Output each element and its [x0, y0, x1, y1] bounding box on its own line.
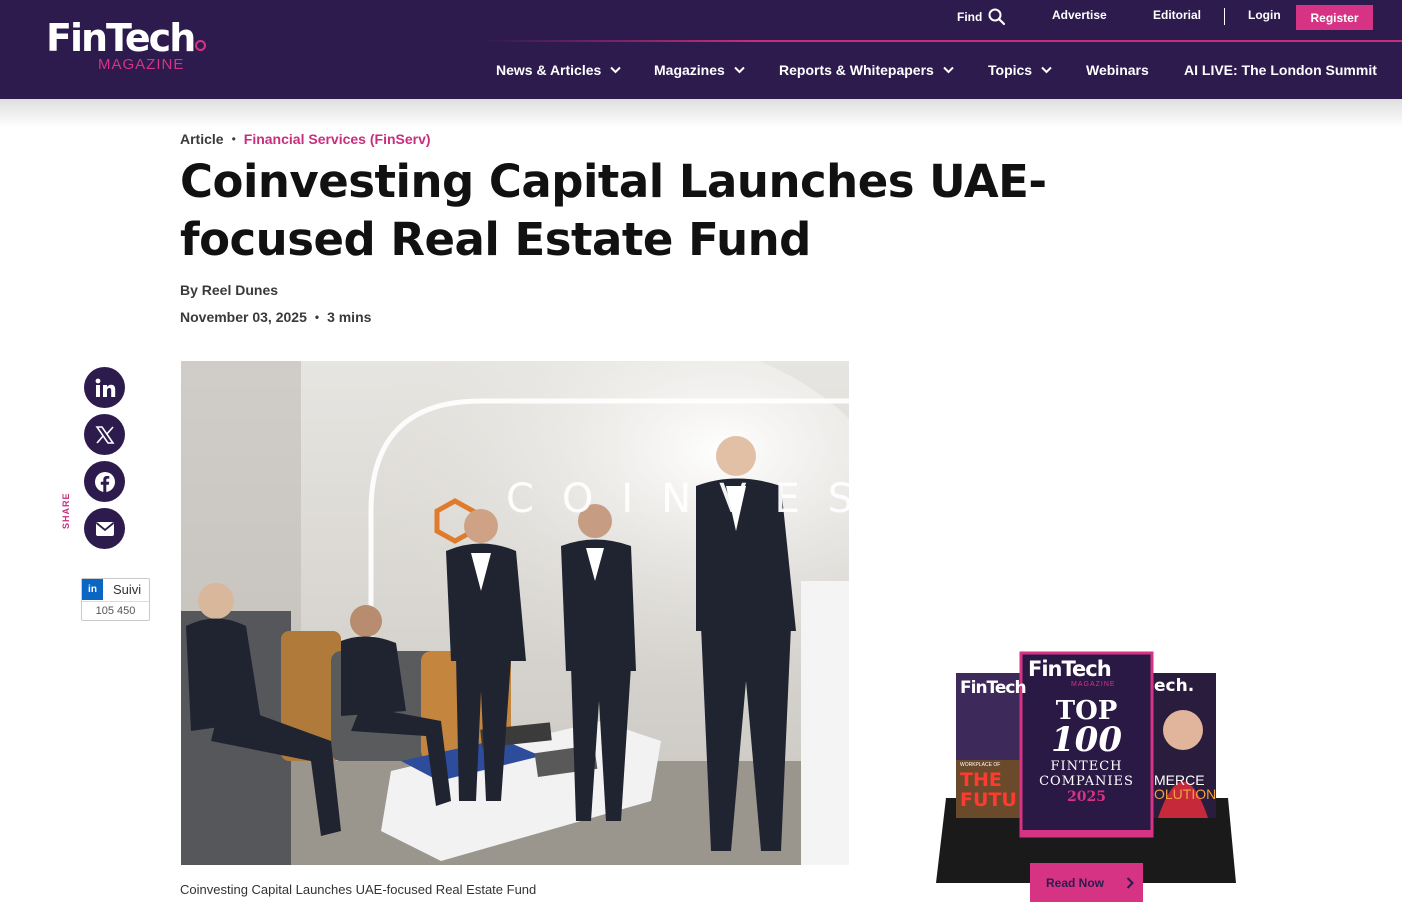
- nav-reports-whitepapers[interactable]: Reports & Whitepapers: [779, 62, 954, 78]
- find-label: Find: [957, 9, 983, 24]
- login-link[interactable]: Login: [1248, 8, 1281, 22]
- image-caption: Coinvesting Capital Launches UAE-focused…: [180, 882, 537, 897]
- find-button[interactable]: Find: [957, 8, 1006, 25]
- nav-news-articles[interactable]: News & Articles: [496, 62, 622, 78]
- meta-separator: •: [314, 310, 320, 324]
- hero-photo: [181, 361, 849, 865]
- editorial-link[interactable]: Editorial: [1153, 8, 1201, 22]
- nav-label: AI LIVE: The London Summit: [1184, 62, 1377, 78]
- share-label: SHARE: [61, 492, 71, 529]
- center-cover-logo: FinTech: [1028, 657, 1112, 681]
- author-byline: By Reel Dunes: [180, 282, 279, 298]
- article-hero-image: COINVESTS: [181, 361, 849, 865]
- article-type: Article: [180, 131, 224, 147]
- register-button[interactable]: Register: [1296, 5, 1373, 30]
- breadcrumb-separator: •: [231, 132, 236, 146]
- cover-year: 2025: [1067, 789, 1106, 805]
- category-link[interactable]: Financial Services (FinServ): [244, 131, 431, 147]
- right-cover-headline-2: OLUTION: [1154, 786, 1217, 802]
- cover-companies: COMPANIES: [1039, 774, 1134, 789]
- follower-count: 105 450: [82, 601, 149, 620]
- read-time: 3 mins: [327, 309, 372, 325]
- advertise-link[interactable]: Advertise: [1052, 8, 1107, 22]
- read-now-label: Read Now: [1046, 875, 1105, 890]
- nav-label: Topics: [988, 62, 1033, 78]
- nav-label: Reports & Whitepapers: [779, 62, 934, 78]
- header-divider: [480, 40, 1402, 42]
- left-cover-headline: THE FUTU: [960, 770, 1017, 810]
- hero-wall-sign: COINVESTS: [506, 476, 849, 522]
- logo-subtitle: MAGAZINE: [98, 56, 185, 73]
- email-icon: [95, 521, 114, 536]
- article-meta: November 03, 2025 • 3 mins: [180, 309, 371, 325]
- share-x-button[interactable]: [84, 414, 125, 455]
- read-now-button[interactable]: Read Now: [1030, 863, 1143, 902]
- x-icon: [94, 425, 115, 444]
- nav-ai-live[interactable]: AI LIVE: The London Summit: [1184, 62, 1377, 78]
- cover-100: 100: [1051, 720, 1122, 760]
- cover-fintech: FINTECH: [1050, 759, 1123, 774]
- facebook-icon: [94, 471, 115, 492]
- nav-magazines[interactable]: Magazines: [654, 62, 745, 78]
- left-cover-sub: WORKPLACE OF: [960, 762, 1001, 768]
- center-cover-sub: MAGAZINE: [1071, 681, 1116, 688]
- chevron-down-icon: [610, 66, 622, 74]
- linkedin-follow-widget[interactable]: in Suivi 105 450: [81, 578, 150, 621]
- linkedin-icon: [95, 378, 115, 397]
- chevron-right-icon: [1126, 876, 1134, 889]
- left-cover-logo: FinTech: [960, 678, 1027, 698]
- nav-webinars[interactable]: Webinars: [1086, 62, 1149, 78]
- nav-label: Webinars: [1086, 62, 1149, 78]
- site-logo[interactable]: FinTech MAGAZINE: [46, 16, 216, 76]
- publish-date: November 03, 2025: [180, 309, 307, 325]
- chevron-down-icon: [734, 66, 745, 74]
- nav-label: Magazines: [654, 62, 725, 78]
- chevron-down-icon: [1041, 66, 1052, 74]
- share-email-button[interactable]: [84, 508, 125, 549]
- util-divider: [1224, 8, 1225, 25]
- linkedin-icon: in: [82, 579, 103, 600]
- breadcrumb: Article • Financial Services (FinServ): [180, 131, 431, 147]
- header-shadow: [0, 99, 1402, 127]
- follow-row: in Suivi: [82, 579, 149, 600]
- nav-label: News & Articles: [496, 62, 602, 78]
- share-facebook-button[interactable]: [84, 461, 125, 502]
- logo-wordmark: FinTech: [46, 16, 196, 60]
- search-icon: [988, 8, 1006, 25]
- logo-dot-icon: [195, 40, 207, 51]
- share-linkedin-button[interactable]: [84, 367, 125, 408]
- right-cover-logo: ech.: [1154, 676, 1195, 696]
- follow-label: Suivi: [113, 582, 142, 597]
- page-title: Coinvesting Capital Launches UAE-focused…: [180, 155, 1047, 266]
- chevron-down-icon: [943, 66, 954, 74]
- nav-topics[interactable]: Topics: [988, 62, 1052, 78]
- site-header: FinTech MAGAZINE Find Advertise Editoria…: [0, 0, 1402, 99]
